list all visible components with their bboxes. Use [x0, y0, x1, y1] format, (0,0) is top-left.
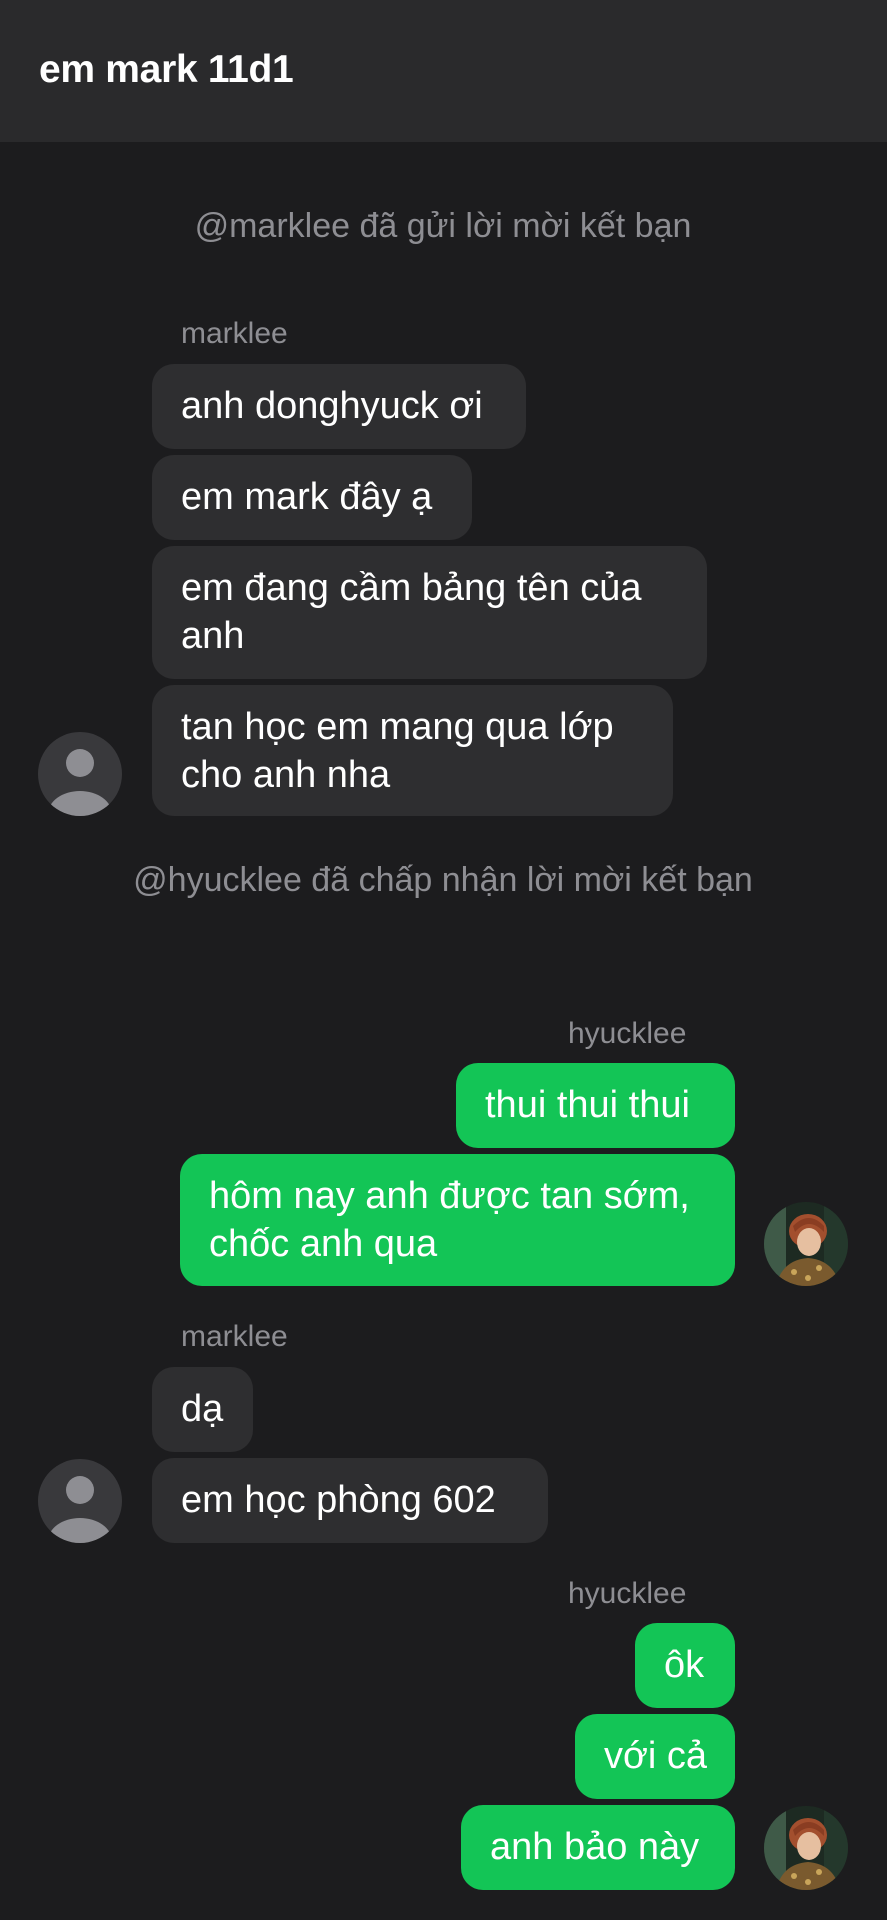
outgoing-message-bubble[interactable]: anh bảo này — [461, 1805, 735, 1890]
outgoing-message-bubble[interactable]: ôk — [635, 1623, 735, 1708]
chat-title[interactable]: em mark 11d1 — [39, 48, 294, 92]
chat-header: em mark 11d1 — [0, 0, 887, 142]
outgoing-message-bubble[interactable]: thui thui thui — [456, 1063, 735, 1148]
outgoing-message-bubble[interactable]: với cả — [575, 1714, 735, 1799]
incoming-message-bubble[interactable]: em học phòng 602 — [152, 1458, 548, 1543]
system-message-friend-accepted: @hyucklee đã chấp nhận lời mời kết bạn — [133, 861, 753, 899]
sender-name-marklee: marklee — [181, 317, 288, 350]
incoming-message-bubble[interactable]: anh donghyuck ơi — [152, 364, 526, 449]
sender-name-hyucklee: hyucklee — [568, 1577, 687, 1610]
profile-photo-avatar-icon[interactable] — [764, 1806, 848, 1890]
profile-photo-avatar-icon[interactable] — [764, 1202, 848, 1286]
incoming-message-bubble[interactable]: dạ — [152, 1367, 253, 1452]
outgoing-message-bubble[interactable]: hôm nay anh được tan sớm, chốc anh qua — [180, 1154, 735, 1286]
user-avatar-icon[interactable] — [38, 1459, 122, 1543]
user-avatar-icon[interactable] — [38, 732, 122, 816]
sender-name-marklee: marklee — [181, 1320, 288, 1353]
incoming-message-bubble[interactable]: tan học em mang qua lớp cho anh nha — [152, 685, 673, 816]
incoming-message-bubble[interactable]: em mark đây ạ — [152, 455, 472, 540]
incoming-message-bubble[interactable]: em đang cầm bảng tên của anh — [152, 546, 707, 679]
sender-name-hyucklee: hyucklee — [568, 1017, 687, 1050]
system-message-friend-request: @marklee đã gửi lời mời kết bạn — [194, 207, 692, 245]
